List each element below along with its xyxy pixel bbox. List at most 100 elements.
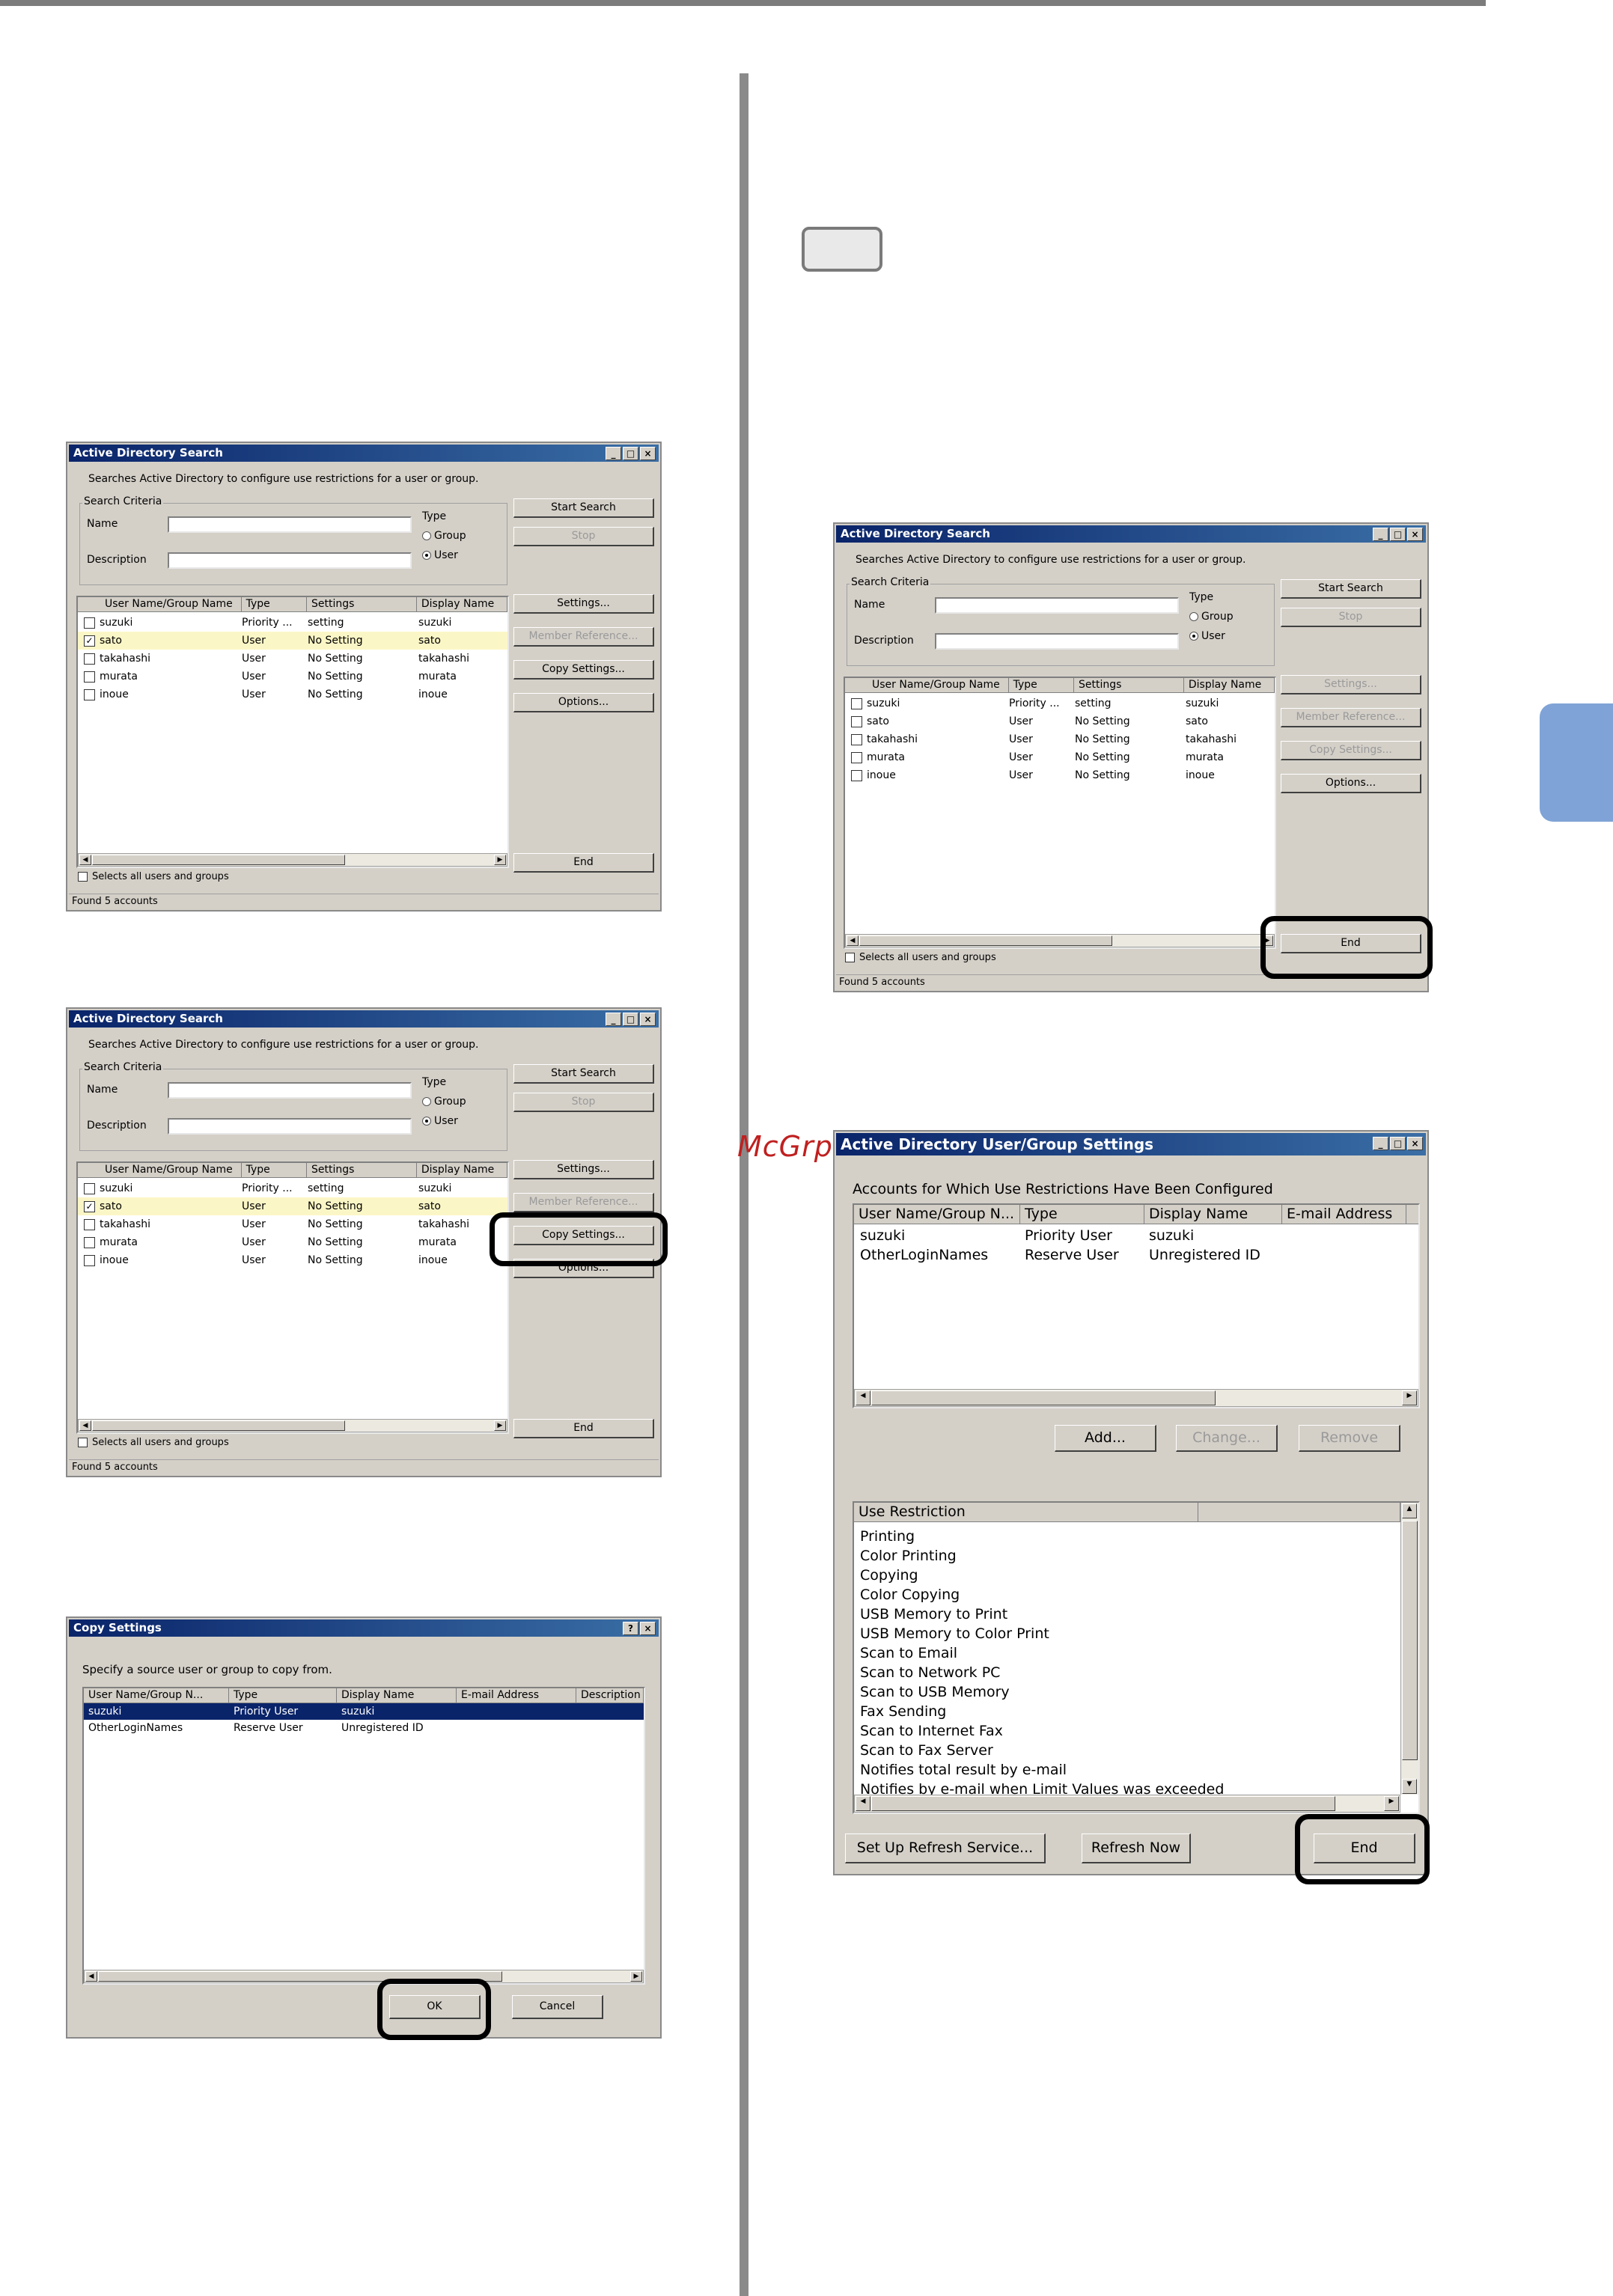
table-row[interactable]: takahashi User No Setting takahashi — [78, 1215, 507, 1233]
scroll-left-icon[interactable]: ◀ — [856, 1390, 870, 1405]
checkbox[interactable] — [78, 1438, 88, 1447]
horizontal-scrollbar[interactable]: ◀ ▶ — [84, 1970, 644, 1983]
add-button[interactable]: Add... — [1055, 1425, 1156, 1452]
scroll-right-icon[interactable]: ▶ — [494, 1420, 506, 1431]
copy-settings-button[interactable]: Copy Settings... — [513, 660, 654, 680]
table-row[interactable]: inoue User No Setting inoue — [845, 766, 1275, 784]
remove-button[interactable]: Remove — [1299, 1425, 1400, 1452]
checkbox-checked[interactable]: ✓ — [84, 1200, 95, 1212]
list-item[interactable]: Scan to USB Memory — [860, 1684, 1010, 1700]
copy-settings-button[interactable]: Copy Settings... — [1281, 741, 1421, 760]
stop-button[interactable]: Stop — [513, 1093, 654, 1112]
col-display-name[interactable]: Display Name — [1144, 1205, 1282, 1224]
horizontal-scrollbar[interactable]: ◀ ▶ — [78, 853, 507, 867]
col-user-name[interactable]: User Name/Group Name — [78, 597, 242, 611]
settings-button[interactable]: Settings... — [1281, 675, 1421, 694]
table-row[interactable]: ✓ sato User No Setting sato — [78, 632, 507, 650]
account-list[interactable]: User Name/Group Name Type Settings Displ… — [76, 1161, 509, 1434]
start-search-button[interactable]: Start Search — [513, 1064, 654, 1084]
start-search-button[interactable]: Start Search — [1281, 579, 1421, 599]
col-display-name[interactable]: Display Name — [417, 597, 507, 611]
settings-button[interactable]: Settings... — [513, 1160, 654, 1179]
description-input[interactable] — [168, 1118, 412, 1135]
col-use-restriction[interactable]: Use Restriction — [854, 1503, 1198, 1521]
list-item[interactable]: Printing — [860, 1528, 915, 1545]
table-row[interactable]: OtherLoginNames Reserve User Unregistered … — [854, 1245, 1418, 1265]
checkbox[interactable] — [84, 1236, 95, 1248]
maximize-icon[interactable]: □ — [623, 447, 638, 460]
setup-refresh-service-button[interactable]: Set Up Refresh Service... — [845, 1834, 1046, 1863]
col-email[interactable]: E-mail Address — [457, 1688, 576, 1703]
list-item[interactable]: Color Copying — [860, 1587, 960, 1603]
horizontal-scrollbar[interactable]: ◀ ▶ — [78, 1419, 507, 1432]
select-all-checkbox[interactable]: Selects all users and groups — [845, 952, 996, 963]
checkbox[interactable] — [851, 697, 862, 709]
scroll-right-icon[interactable]: ▶ — [630, 1971, 642, 1982]
list-item[interactable]: Scan to Fax Server — [860, 1742, 993, 1759]
table-row[interactable]: suzuki Priority ... setting suzuki — [845, 694, 1275, 712]
maximize-icon[interactable]: □ — [1390, 528, 1406, 541]
vertical-scrollbar[interactable]: ▲ ▼ — [1400, 1503, 1418, 1795]
start-search-button[interactable]: Start Search — [513, 498, 654, 518]
col-display-name[interactable]: Display Name — [1184, 678, 1275, 692]
scroll-thumb[interactable] — [859, 935, 1112, 946]
scroll-left-icon[interactable]: ◀ — [79, 855, 91, 865]
name-input[interactable] — [168, 516, 412, 533]
stop-button[interactable]: Stop — [513, 527, 654, 546]
checkbox[interactable] — [851, 715, 862, 727]
table-row-selected[interactable]: suzuki Priority User suzuki — [84, 1703, 644, 1720]
scroll-right-icon[interactable]: ▶ — [494, 855, 506, 865]
table-row[interactable]: inoue User No Setting inoue — [78, 686, 507, 703]
table-row[interactable]: murata User No Setting murata — [78, 1233, 507, 1251]
member-reference-button[interactable]: Member Reference... — [1281, 708, 1421, 727]
group-radio[interactable]: Group — [422, 530, 466, 542]
col-type[interactable]: Type — [242, 597, 307, 611]
scroll-thumb[interactable] — [1402, 1521, 1418, 1760]
col-type[interactable]: Type — [229, 1688, 337, 1703]
table-row[interactable]: inoue User No Setting inoue — [78, 1251, 507, 1269]
checkbox[interactable] — [84, 1254, 95, 1266]
scroll-down-icon[interactable]: ▼ — [1402, 1779, 1417, 1794]
description-input[interactable] — [935, 633, 1179, 650]
description-input[interactable] — [168, 552, 412, 569]
account-list[interactable]: User Name/Group Name Type Settings Displ… — [844, 677, 1276, 949]
list-item[interactable]: USB Memory to Print — [860, 1606, 1007, 1622]
refresh-now-button[interactable]: Refresh Now — [1082, 1834, 1191, 1863]
maximize-icon[interactable]: □ — [623, 1013, 638, 1026]
scroll-left-icon[interactable]: ◀ — [79, 1420, 91, 1431]
minimize-icon[interactable]: _ — [606, 447, 621, 460]
list-item[interactable]: Fax Sending — [860, 1703, 946, 1720]
scroll-up-icon[interactable]: ▲ — [1402, 1503, 1417, 1518]
col-user-name[interactable]: User Name/Group N... — [854, 1205, 1020, 1224]
col-display-name[interactable]: Display Name — [337, 1688, 457, 1703]
minimize-icon[interactable]: _ — [1373, 528, 1388, 541]
scroll-left-icon[interactable]: ◀ — [856, 1796, 870, 1811]
list-item[interactable]: Scan to Network PC — [860, 1664, 1000, 1681]
col-settings[interactable]: Settings — [307, 597, 417, 611]
select-all-checkbox[interactable]: Selects all users and groups — [78, 871, 229, 882]
source-list[interactable]: User Name/Group N... Type Display Name E… — [82, 1687, 645, 1985]
col-email[interactable]: E-mail Address — [1282, 1205, 1406, 1224]
col-type[interactable]: Type — [1009, 678, 1074, 692]
scroll-thumb[interactable] — [871, 1390, 1216, 1405]
col-description[interactable]: Description — [576, 1688, 644, 1703]
maximize-icon[interactable]: □ — [1390, 1137, 1406, 1150]
table-row[interactable]: suzuki Priority User suzuki — [854, 1226, 1418, 1245]
use-restriction-list[interactable]: Use Restriction Printing Color Printing … — [853, 1501, 1420, 1814]
checkbox[interactable] — [84, 653, 95, 665]
checkbox[interactable] — [78, 872, 88, 882]
cancel-button[interactable]: Cancel — [512, 1995, 603, 2019]
checkbox-checked[interactable]: ✓ — [84, 635, 95, 647]
name-input[interactable] — [935, 597, 1179, 614]
checkbox[interactable] — [84, 617, 95, 629]
table-row[interactable]: suzuki Priority ... setting suzuki — [78, 1179, 507, 1197]
table-row[interactable]: suzuki Priority ... setting suzuki — [78, 614, 507, 632]
checkbox[interactable] — [84, 689, 95, 700]
account-list[interactable]: User Name/Group Name Type Settings Displ… — [76, 596, 509, 868]
list-item[interactable]: Notifies total result by e-mail — [860, 1762, 1067, 1778]
close-icon[interactable]: × — [1407, 1137, 1423, 1150]
table-row[interactable]: murata User No Setting murata — [845, 748, 1275, 766]
table-row[interactable]: ✓ sato User No Setting sato — [78, 1197, 507, 1215]
member-reference-button[interactable]: Member Reference... — [513, 1193, 654, 1212]
options-button[interactable]: Options... — [1281, 774, 1421, 793]
